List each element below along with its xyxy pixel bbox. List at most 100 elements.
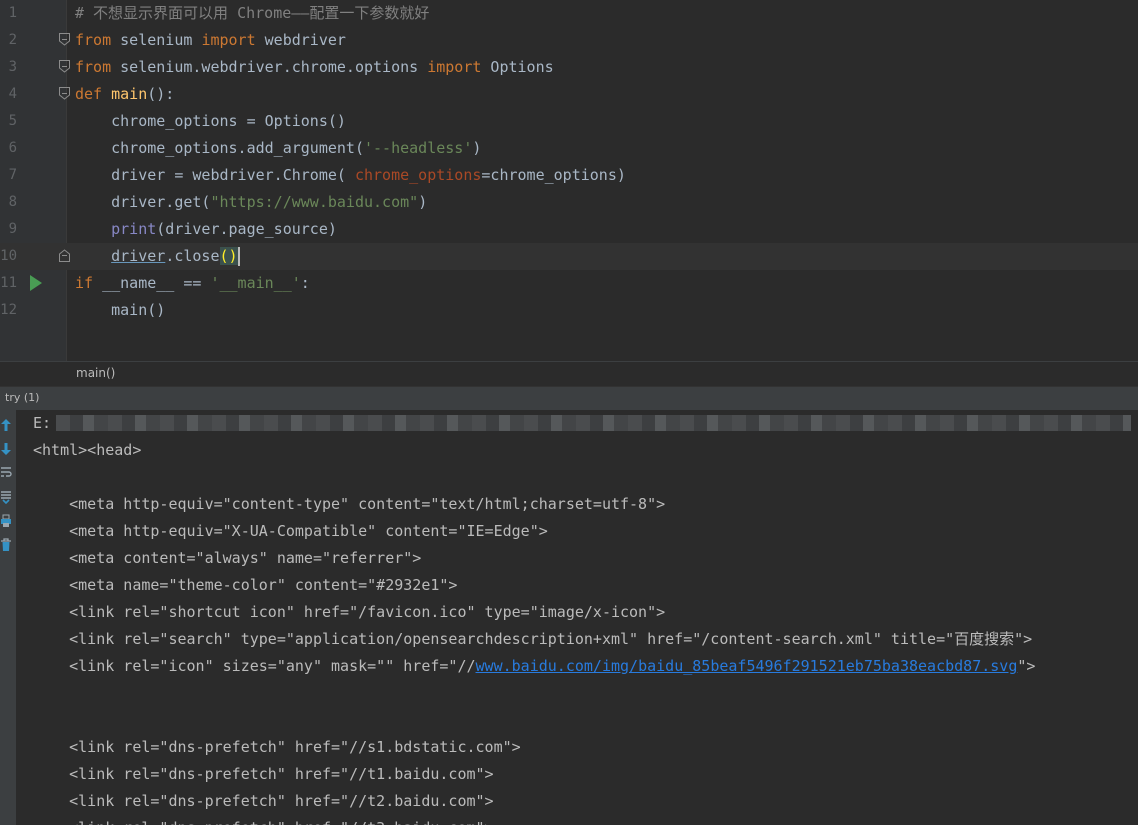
- code-line[interactable]: 4 def main():: [0, 81, 1138, 108]
- console-line: <link rel="icon" sizes="any" mask="" hre…: [33, 653, 1035, 680]
- run-tab-title[interactable]: try (1): [5, 391, 39, 404]
- code-line[interactable]: 12 main(): [0, 297, 1138, 324]
- code-token: import: [427, 58, 482, 76]
- code-token: E:: [33, 414, 52, 432]
- run-gutter-icon[interactable]: [29, 274, 43, 292]
- console-line: <link rel="search" type="application/ope…: [33, 626, 1032, 653]
- run-panel-header: try (1): [0, 386, 1138, 410]
- fold-marker-icon[interactable]: [59, 60, 70, 73]
- code-token: import: [201, 31, 256, 49]
- code-token: chrome_options: [354, 166, 482, 184]
- trash-icon[interactable]: [0, 538, 12, 552]
- code-token: <meta content="always" name="referrer">: [33, 549, 422, 567]
- console-output[interactable]: E: <html><head> <meta http-equiv="content…: [16, 410, 1138, 825]
- code-text: main(): [75, 297, 165, 324]
- line-number: 6: [8, 140, 17, 156]
- code-token: from: [75, 58, 112, 76]
- code-token: Options: [481, 58, 554, 76]
- console-line: <link rel="dns-prefetch" href="//t3.baid…: [33, 815, 493, 825]
- code-text: def main():: [75, 81, 174, 108]
- console-line: E:: [33, 410, 51, 437]
- code-token: main: [111, 85, 148, 103]
- code-token: print: [111, 220, 157, 238]
- console-line: <html><head>: [33, 437, 141, 464]
- code-token: <html><head>: [33, 441, 142, 459]
- code-token: ">: [1017, 657, 1036, 675]
- code-line[interactable]: 2 from selenium import webdriver: [0, 27, 1138, 54]
- line-number: 4: [8, 86, 17, 102]
- code-token: selenium: [111, 31, 202, 49]
- line-number: 9: [8, 221, 17, 237]
- code-token: if: [75, 274, 94, 292]
- line-number: 1: [8, 5, 17, 21]
- code-editor[interactable]: 1 # 不想显示界面可以用 Chrome——配置一下参数就好 2 from selen…: [0, 0, 1138, 361]
- fold-marker-icon[interactable]: [59, 87, 70, 100]
- code-line[interactable]: 5 chrome_options = Options(): [0, 108, 1138, 135]
- console-line: <meta http-equiv="X-UA-Compatible" conte…: [33, 518, 548, 545]
- code-text: driver.close(): [75, 243, 240, 270]
- code-token: __name__ ==: [93, 274, 211, 292]
- code-token: selenium.webdriver.chrome.options: [111, 58, 428, 76]
- code-token: <link rel="icon" sizes="any" mask="" hre…: [33, 657, 476, 675]
- code-line[interactable]: 3 from selenium.webdriver.chrome.options …: [0, 54, 1138, 81]
- print-icon[interactable]: [0, 514, 12, 528]
- code-text: # 不想显示界面可以用 Chrome——配置一下参数就好: [75, 0, 429, 27]
- code-token: "https://www.baidu.com": [210, 193, 419, 211]
- code-token: # 不想显示界面可以用 Chrome——配置一下参数就好: [75, 4, 430, 22]
- console-line: <meta name="theme-color" content="#2932e…: [33, 572, 457, 599]
- code-line[interactable]: 7 driver = webdriver.Chrome( chrome_opti…: [0, 162, 1138, 189]
- wrap-icon[interactable]: [0, 466, 12, 480]
- code-line[interactable]: 10 driver.close(): [0, 243, 1138, 270]
- code-text: chrome_options = Options(): [75, 108, 346, 135]
- line-number: 10: [0, 248, 17, 264]
- fold-marker-icon[interactable]: [59, 249, 70, 262]
- console-line: <meta content="always" name="referrer">: [33, 545, 421, 572]
- line-number: 3: [8, 59, 17, 75]
- code-line[interactable]: 9 print(driver.page_source): [0, 216, 1138, 243]
- code-token: (): [219, 247, 238, 265]
- code-token: :: [300, 274, 310, 292]
- console-line: <meta http-equiv="content-type" content=…: [33, 491, 665, 518]
- code-token: '--headless': [363, 139, 473, 157]
- code-line[interactable]: 1 # 不想显示界面可以用 Chrome——配置一下参数就好: [0, 0, 1138, 27]
- code-text: print(driver.page_source): [75, 216, 337, 243]
- line-number: 8: [8, 194, 17, 210]
- console-line: <link rel="dns-prefetch" href="//t2.baid…: [33, 788, 494, 815]
- code-token: '__main__': [210, 274, 301, 292]
- rerun-up-icon[interactable]: [0, 418, 12, 432]
- code-token: =chrome_options): [481, 166, 626, 184]
- code-line[interactable]: 8 driver.get("https://www.baidu.com"): [0, 189, 1138, 216]
- scroll-to-end-icon[interactable]: [0, 490, 12, 504]
- line-number: 5: [8, 113, 17, 129]
- code-token: .close: [165, 247, 220, 265]
- code-token: <link rel="dns-prefetch" href="//t1.baid…: [33, 765, 494, 783]
- code-token: <meta http-equiv="content-type" content=…: [33, 495, 666, 513]
- code-line[interactable]: 6 chrome_options.add_argument('--headles…: [0, 135, 1138, 162]
- fold-marker-icon[interactable]: [59, 33, 70, 46]
- code-token: def: [75, 85, 103, 103]
- console-line: <link rel="dns-prefetch" href="//s1.bdst…: [33, 734, 521, 761]
- code-token: <meta http-equiv="X-UA-Compatible" conte…: [33, 522, 548, 540]
- code-token: main(): [75, 301, 166, 319]
- code-text: from selenium import webdriver: [75, 27, 346, 54]
- breadcrumb-item[interactable]: main(): [76, 366, 115, 380]
- code-token: <link rel="dns-prefetch" href="//t2.baid…: [33, 792, 494, 810]
- code-token: ():: [147, 85, 175, 103]
- code-token: <link rel="shortcut icon" href="/favicon…: [33, 603, 666, 621]
- line-number: 11: [0, 275, 17, 291]
- code-text: if __name__ == '__main__':: [75, 270, 310, 297]
- breadcrumb[interactable]: main(): [0, 361, 1138, 386]
- code-token: <link rel="dns-prefetch" href="//s1.bdst…: [33, 738, 521, 756]
- rerun-down-icon[interactable]: [0, 442, 12, 456]
- line-number: 2: [8, 32, 17, 48]
- code-token: driver: [111, 247, 166, 265]
- code-line[interactable]: 11 if __name__ == '__main__':: [0, 270, 1138, 297]
- console-line: <link rel="shortcut icon" href="/favicon…: [33, 599, 665, 626]
- console-line: <link rel="dns-prefetch" href="//t1.baid…: [33, 761, 494, 788]
- code-token: chrome_options.add_argument(: [75, 139, 364, 157]
- redacted-path: [56, 415, 1131, 431]
- line-number: 7: [8, 167, 17, 183]
- console-link[interactable]: www.baidu.com/img/baidu_85beaf5496f29152…: [476, 657, 1018, 675]
